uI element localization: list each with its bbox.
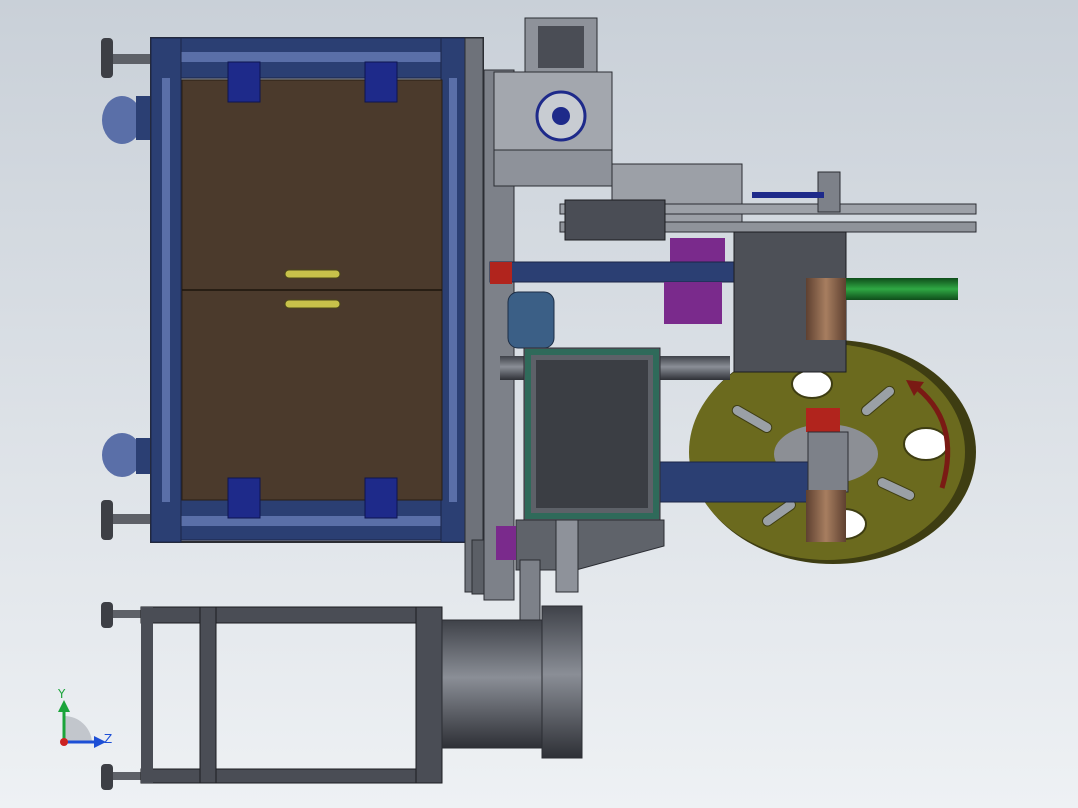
hopper-door-lower[interactable] [181, 289, 443, 501]
hopper-bottom-rail-slot [160, 516, 462, 526]
gearbox-lower [493, 149, 613, 187]
horizontal-beam-lower [659, 461, 811, 503]
bronze-bushing-lower [806, 490, 846, 542]
bronze-bushing-upper [806, 278, 846, 340]
purple-clamp-lower [496, 526, 516, 560]
disc-hole-2 [903, 427, 949, 461]
bottom-drum[interactable] [441, 619, 547, 749]
lower-frame-right-post [415, 606, 443, 784]
gearbox-shaft [552, 107, 570, 125]
hopper-top-rail-slot [160, 52, 462, 62]
green-shaft[interactable] [846, 278, 958, 300]
lower-frame-left-arm [141, 607, 153, 783]
drive-motor[interactable] [507, 291, 555, 349]
corner-bracket-bottom-left [227, 477, 261, 519]
hopper-right-post-slot [449, 78, 457, 502]
hopper-left-post-slot [162, 78, 170, 502]
lower-frame-bottom-bar [140, 768, 442, 784]
red-clamp-right [806, 408, 840, 432]
lower-frame-top-bar [140, 606, 432, 624]
belt-pulley-block[interactable] [564, 199, 666, 241]
lower-frame-left-post [199, 606, 217, 784]
leveling-foot-bottom-stem [113, 514, 153, 524]
hopper-frame[interactable] [101, 37, 513, 595]
stepper-motor-face [538, 26, 584, 68]
red-clamp-left [490, 262, 512, 284]
blue-cable [752, 192, 824, 198]
control-box-window [536, 360, 648, 508]
lower-frame-foot-top[interactable] [101, 602, 113, 628]
machine-assembly-view[interactable] [0, 0, 1078, 808]
triad-x-origin [60, 738, 68, 746]
corner-bracket-bottom-right [364, 477, 398, 519]
lower-column-block [807, 431, 849, 493]
triad-z-label: Z [104, 732, 113, 746]
lower-frame-foot-top-stem [113, 610, 143, 618]
central-bottom-stem [519, 559, 541, 621]
hopper-side-column [464, 37, 484, 593]
leveling-foot-top[interactable] [101, 38, 113, 78]
triad-y-label: Y [58, 687, 66, 701]
leveling-foot-bottom[interactable] [101, 500, 113, 540]
door-handle-lower[interactable] [284, 299, 341, 309]
disc-hole-1 [791, 369, 833, 399]
corner-bracket-top-left [227, 61, 261, 103]
purple-guard-right [664, 282, 722, 324]
door-handle-upper[interactable] [284, 269, 341, 279]
bottom-drum-cap [541, 605, 583, 759]
lower-frame-foot-bottom-stem [113, 772, 143, 780]
corner-bracket-top-right [364, 61, 398, 103]
cad-model-viewport[interactable]: Y Z [0, 0, 1078, 808]
lower-frame-foot-bottom[interactable] [101, 764, 113, 790]
hopper-door-upper[interactable] [181, 79, 443, 291]
support-leg [555, 519, 579, 593]
leveling-foot-top-stem [113, 54, 153, 64]
